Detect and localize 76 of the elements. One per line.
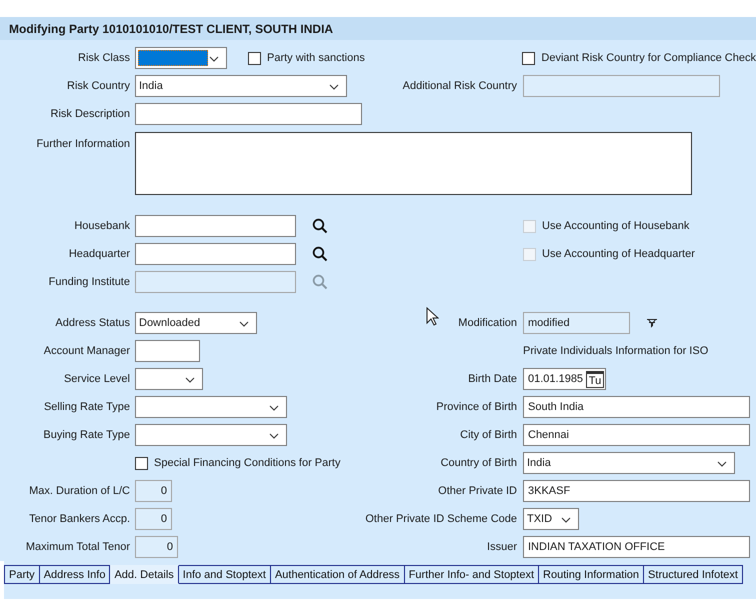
dropdown[interactable]: TXID bbox=[523, 508, 579, 530]
calendar-button[interactable]: Tu bbox=[586, 370, 604, 388]
search-icon[interactable] bbox=[312, 218, 328, 234]
input-field[interactable]: Chennai bbox=[523, 424, 750, 446]
input-field[interactable] bbox=[135, 243, 296, 265]
chevron-down-icon bbox=[209, 56, 219, 62]
checkbox-label: Special Financing Conditions for Party bbox=[154, 457, 340, 469]
field-label: Country of Birth bbox=[440, 457, 517, 469]
field-label: Tenor Bankers Accp. bbox=[29, 513, 130, 525]
input-field[interactable]: South India bbox=[523, 396, 750, 418]
checkbox-label: Deviant Risk Country for Compliance Check bbox=[541, 52, 756, 64]
dropdown[interactable] bbox=[135, 47, 227, 69]
field-label: Buying Rate Type bbox=[43, 429, 130, 441]
chevron-down-icon bbox=[269, 405, 279, 411]
field-label: Max. Duration of L/C bbox=[29, 485, 130, 497]
mouse-pointer-icon bbox=[426, 307, 439, 327]
field-label: Account Manager bbox=[44, 345, 130, 357]
dropdown-highlight bbox=[138, 50, 208, 66]
checkbox-option[interactable]: Special Financing Conditions for Party bbox=[135, 456, 340, 470]
section-note: Private Individuals Information for ISO bbox=[523, 345, 708, 357]
dropdown[interactable]: India bbox=[523, 452, 735, 474]
checkbox-option[interactable]: Party with sanctions bbox=[248, 52, 365, 64]
dropdown[interactable]: Downloaded bbox=[135, 312, 257, 334]
field-label: Risk Country bbox=[67, 80, 130, 92]
dropdown[interactable]: India bbox=[135, 75, 347, 97]
checkbox-label: Use Accounting of Housebank bbox=[542, 220, 690, 232]
field-label: Service Level bbox=[64, 373, 130, 385]
dropdown[interactable] bbox=[135, 424, 287, 446]
chevron-down-icon bbox=[717, 461, 727, 467]
tab[interactable]: Party bbox=[4, 565, 40, 584]
chevron-down-icon bbox=[239, 321, 249, 327]
dropdown[interactable] bbox=[135, 368, 203, 390]
funnel-icon[interactable] bbox=[646, 318, 658, 328]
chevron-down-icon bbox=[561, 517, 571, 523]
field-label: City of Birth bbox=[460, 429, 517, 441]
tab[interactable]: Further Info- and Stoptext bbox=[404, 565, 540, 584]
input-field[interactable] bbox=[135, 103, 362, 125]
field-label: Maximum Total Tenor bbox=[26, 541, 130, 553]
checkbox-label: Use Accounting of Headquarter bbox=[542, 248, 695, 260]
form-title: Modifying Party 1010101010/TEST CLIENT, SOUTH INDIA bbox=[9, 22, 334, 36]
field-label: Selling Rate Type bbox=[44, 401, 130, 413]
field-label: Funding Institute bbox=[48, 276, 130, 288]
dropdown[interactable] bbox=[135, 396, 287, 418]
chevron-down-icon bbox=[269, 433, 279, 439]
tab[interactable]: Info and Stoptext bbox=[178, 565, 271, 584]
field-label: Other Private ID bbox=[438, 485, 517, 497]
text-area[interactable] bbox=[135, 132, 692, 195]
field-label: Risk Description bbox=[50, 108, 130, 120]
field-label: Further Information bbox=[36, 138, 130, 150]
field-label: Issuer bbox=[487, 541, 517, 553]
date-field[interactable]: 01.01.1985 Tu bbox=[523, 368, 606, 390]
chevron-down-icon bbox=[185, 377, 195, 383]
field-label: Risk Class bbox=[78, 52, 130, 64]
field-label: Address Status bbox=[55, 317, 130, 329]
field-label: Other Private ID Scheme Code bbox=[365, 513, 517, 525]
search-icon[interactable] bbox=[312, 246, 328, 262]
input-field[interactable]: 3KKASF bbox=[523, 480, 750, 502]
tab[interactable]: Structured Infotext bbox=[644, 565, 743, 584]
checkbox-option[interactable]: Deviant Risk Country for Compliance Check bbox=[522, 52, 756, 64]
input-field[interactable] bbox=[135, 340, 200, 362]
field-label: Modification bbox=[458, 317, 517, 329]
field-label: Birth Date bbox=[468, 373, 517, 385]
field-label: Province of Birth bbox=[436, 401, 517, 413]
chevron-down-icon bbox=[329, 84, 339, 90]
tab[interactable]: Routing Information bbox=[539, 565, 644, 584]
checkbox[interactable] bbox=[135, 456, 148, 470]
tab[interactable]: Add. Details bbox=[110, 565, 179, 584]
input-field[interactable]: INDIAN TAXATION OFFICE bbox=[523, 536, 750, 558]
checkbox[interactable] bbox=[248, 52, 261, 64]
tab[interactable]: Authentication of Address bbox=[270, 565, 405, 584]
input-field[interactable] bbox=[135, 215, 296, 237]
field-label: Housebank bbox=[74, 220, 130, 232]
checkbox[interactable] bbox=[522, 52, 536, 64]
field-label: Headquarter bbox=[68, 248, 130, 260]
field-label: Additional Risk Country bbox=[402, 80, 517, 92]
checkbox-label: Party with sanctions bbox=[267, 52, 365, 64]
